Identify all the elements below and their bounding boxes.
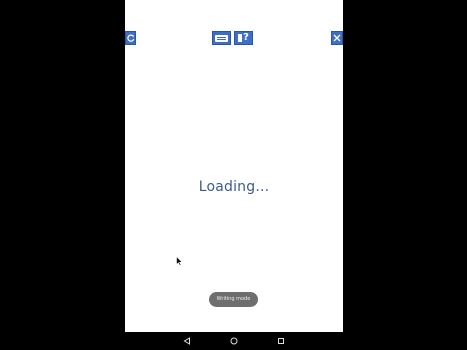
help-box-glyph [238, 34, 243, 42]
recents-button[interactable] [275, 336, 287, 346]
keyboard-button[interactable] [212, 31, 231, 45]
close-icon [333, 34, 341, 42]
back-button[interactable] [181, 336, 193, 346]
keyboard-icon [215, 34, 228, 42]
back-triangle-icon [183, 337, 190, 345]
help-button[interactable]: ? [234, 31, 253, 45]
app-screen: ? Loading... [125, 0, 343, 332]
home-button[interactable] [228, 336, 240, 346]
writing-mode-toast: Writing mode [209, 292, 258, 307]
help-icon: ? [238, 33, 249, 43]
help-question-mark: ? [243, 32, 249, 43]
refresh-button[interactable] [125, 31, 136, 45]
screen-stage: ? Loading... Writing mode [0, 0, 467, 350]
close-button[interactable] [331, 31, 343, 45]
system-navigation-bar [125, 332, 343, 350]
home-circle-icon [230, 337, 238, 345]
mouse-pointer-icon [176, 256, 183, 266]
loading-text: Loading... [198, 179, 270, 195]
refresh-icon [126, 34, 134, 42]
recents-square-icon [278, 338, 284, 344]
